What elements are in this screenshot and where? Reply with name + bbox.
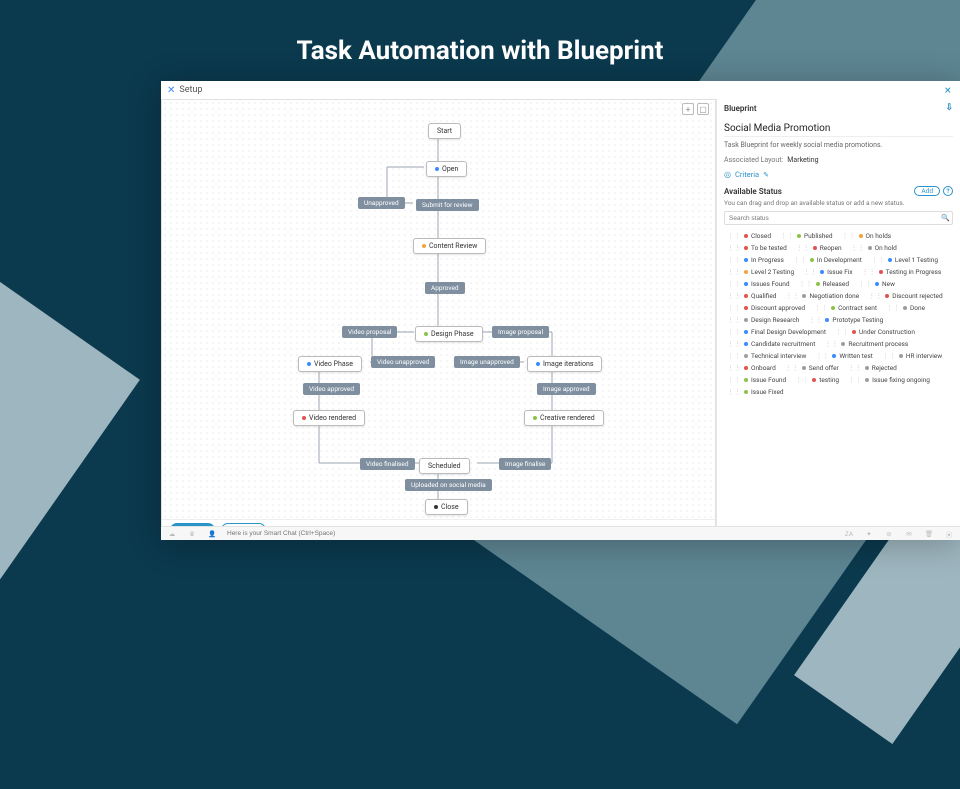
status-chip[interactable]: ⋮⋮Design Research	[724, 314, 805, 326]
status-chip[interactable]: ⋮⋮Onboard	[724, 362, 782, 374]
header-title: Setup	[179, 85, 202, 95]
status-chip[interactable]: ⋮⋮Issues Found	[724, 278, 796, 290]
node-design[interactable]: Design Phase	[415, 326, 483, 342]
edge-label-0[interactable]: Submit for review	[416, 199, 479, 211]
footer-icon-e[interactable]: 🗑	[924, 530, 934, 538]
status-chip[interactable]: ⋮⋮Technical interview	[724, 350, 812, 362]
node-vrend[interactable]: Video rendered	[293, 410, 365, 426]
zoom-in-button[interactable]: +	[682, 103, 694, 115]
edge-label-10[interactable]: Image finalise	[499, 458, 551, 470]
associated-layout-row: Associated Layout:Marketing	[724, 156, 953, 164]
status-chip[interactable]: ⋮⋮Contract sent	[811, 302, 883, 314]
status-chip[interactable]: ⋮⋮HR interview	[879, 350, 948, 362]
edge-label-11[interactable]: Uploaded on social media	[405, 479, 492, 491]
edge-label-2[interactable]: Approved	[425, 282, 465, 294]
status-chip[interactable]: ⋮⋮Candidate recruitment	[724, 338, 821, 350]
blueprint-canvas[interactable]: + ▢ Start Open Content Review Design Phase V…	[161, 99, 716, 540]
zoom-reset-button[interactable]: ▢	[697, 103, 709, 115]
node-crend[interactable]: Creative rendered	[524, 410, 604, 426]
node-sched[interactable]: Scheduled	[419, 458, 470, 474]
status-chip[interactable]: ⋮⋮Qualified	[724, 290, 782, 302]
footer-icon-3[interactable]: 👤	[207, 530, 217, 538]
status-chip[interactable]: ⋮⋮Published	[777, 230, 839, 242]
node-start[interactable]: Start	[428, 123, 461, 139]
status-chip[interactable]: ⋮⋮New	[855, 278, 901, 290]
status-chip[interactable]: ⋮⋮Reopen	[793, 242, 848, 254]
blueprint-name-input[interactable]: Social Media Promotion	[724, 117, 953, 137]
status-chip[interactable]: ⋮⋮On holds	[839, 230, 898, 242]
save-icon[interactable]: ⇩	[945, 103, 953, 113]
footer-icon-f[interactable]: ⦿	[944, 529, 954, 539]
status-chip[interactable]: ⋮⋮Discount rejected	[865, 290, 948, 302]
close-button[interactable]: ×	[942, 83, 954, 97]
status-chip[interactable]: ⋮⋮testing	[792, 374, 845, 386]
app-header: ✕ Setup ×	[161, 81, 960, 99]
status-chip[interactable]: ⋮⋮Send offer	[782, 362, 845, 374]
sidebar-title: Blueprint	[724, 104, 757, 113]
search-status-input[interactable]	[724, 211, 953, 225]
status-chip[interactable]: ⋮⋮Issue Found	[724, 374, 792, 386]
status-list: ⋮⋮Closed⋮⋮Published⋮⋮On holds ⋮⋮To be tes…	[724, 230, 953, 398]
status-chip[interactable]: ⋮⋮Testing in Progress	[859, 266, 948, 278]
edge-label-4[interactable]: Image proposal	[492, 326, 549, 338]
footer-icon-2[interactable]: ♛	[187, 530, 197, 538]
status-chip[interactable]: ⋮⋮Level 1 Testing	[868, 254, 944, 266]
node-video[interactable]: Video Phase	[298, 356, 362, 372]
footer-icon-d[interactable]: ✉	[904, 530, 914, 538]
status-chip[interactable]: ⋮⋮Recruitment process	[821, 338, 914, 350]
edit-icon: ✎	[763, 171, 769, 179]
criteria-icon: ◎	[724, 170, 731, 179]
app-footer: ☁ ♛ 👤 ZA ✦ ⊘ ✉ 🗑 ⦿	[161, 526, 960, 540]
status-chip[interactable]: ⋮⋮Released	[796, 278, 855, 290]
help-button[interactable]: ?	[943, 186, 953, 196]
blueprint-sidebar: Blueprint ⇩ Social Media Promotion Task …	[716, 99, 960, 540]
status-chip[interactable]: ⋮⋮Issue fixing ongoing	[845, 374, 936, 386]
available-status-title: Available Status	[724, 187, 782, 196]
status-chip[interactable]: ⋮⋮In Progress	[724, 254, 790, 266]
footer-icon-1[interactable]: ☁	[167, 530, 177, 538]
status-chip[interactable]: ⋮⋮Rejected	[845, 362, 903, 374]
status-hint: You can drag and drop an available statu…	[724, 199, 953, 207]
footer-icon-b[interactable]: ✦	[864, 530, 874, 538]
footer-icon-a[interactable]: ZA	[844, 530, 854, 538]
status-chip[interactable]: ⋮⋮Issue Fix	[800, 266, 859, 278]
status-chip[interactable]: ⋮⋮Prototype Testing	[805, 314, 889, 326]
status-chip[interactable]: ⋮⋮Discount approved	[724, 302, 811, 314]
add-status-button[interactable]: Add	[914, 186, 940, 196]
edge-label-5[interactable]: Video unapproved	[371, 356, 435, 368]
status-chip[interactable]: ⋮⋮Closed	[724, 230, 777, 242]
edge-label-9[interactable]: Video finalised	[360, 458, 415, 470]
criteria-button[interactable]: ◎ Criteria ✎	[724, 170, 953, 179]
status-chip[interactable]: ⋮⋮Final Design Development	[724, 326, 832, 338]
setup-icon: ✕	[167, 85, 175, 96]
edge-label-3[interactable]: Video proposal	[342, 326, 397, 338]
search-icon: 🔍	[941, 214, 950, 222]
status-chip[interactable]: ⋮⋮Negotiation done	[782, 290, 865, 302]
node-open[interactable]: Open	[426, 161, 467, 177]
status-chip[interactable]: ⋮⋮To be tested	[724, 242, 793, 254]
status-chip[interactable]: ⋮⋮Issue Fixed	[724, 386, 790, 398]
edge-label-7[interactable]: Video approved	[303, 383, 360, 395]
node-imgiter[interactable]: Image iterations	[527, 356, 602, 372]
status-chip[interactable]: ⋮⋮Level 2 Testing	[724, 266, 800, 278]
page-title: Task Automation with Blueprint	[0, 36, 960, 66]
edge-label-6[interactable]: Image unapproved	[454, 356, 520, 368]
node-content[interactable]: Content Review	[413, 238, 486, 254]
footer-icon-c[interactable]: ⊘	[884, 530, 894, 538]
edge-label-1[interactable]: Unapproved	[358, 197, 405, 209]
smart-chat-input[interactable]	[227, 530, 367, 537]
status-chip[interactable]: ⋮⋮Done	[883, 302, 931, 314]
status-chip[interactable]: ⋮⋮On hold	[848, 242, 903, 254]
status-chip[interactable]: ⋮⋮In Development	[790, 254, 868, 266]
node-close[interactable]: Close	[425, 499, 468, 515]
app-window: ✕ Setup × + ▢ Start Open Content Review Des…	[161, 81, 960, 540]
blueprint-description[interactable]: Task Blueprint for weekly social media p…	[724, 141, 953, 150]
status-chip[interactable]: ⋮⋮Written test	[812, 350, 878, 362]
edge-label-8[interactable]: Image approved	[537, 383, 596, 395]
status-chip[interactable]: ⋮⋮Under Construction	[832, 326, 921, 338]
